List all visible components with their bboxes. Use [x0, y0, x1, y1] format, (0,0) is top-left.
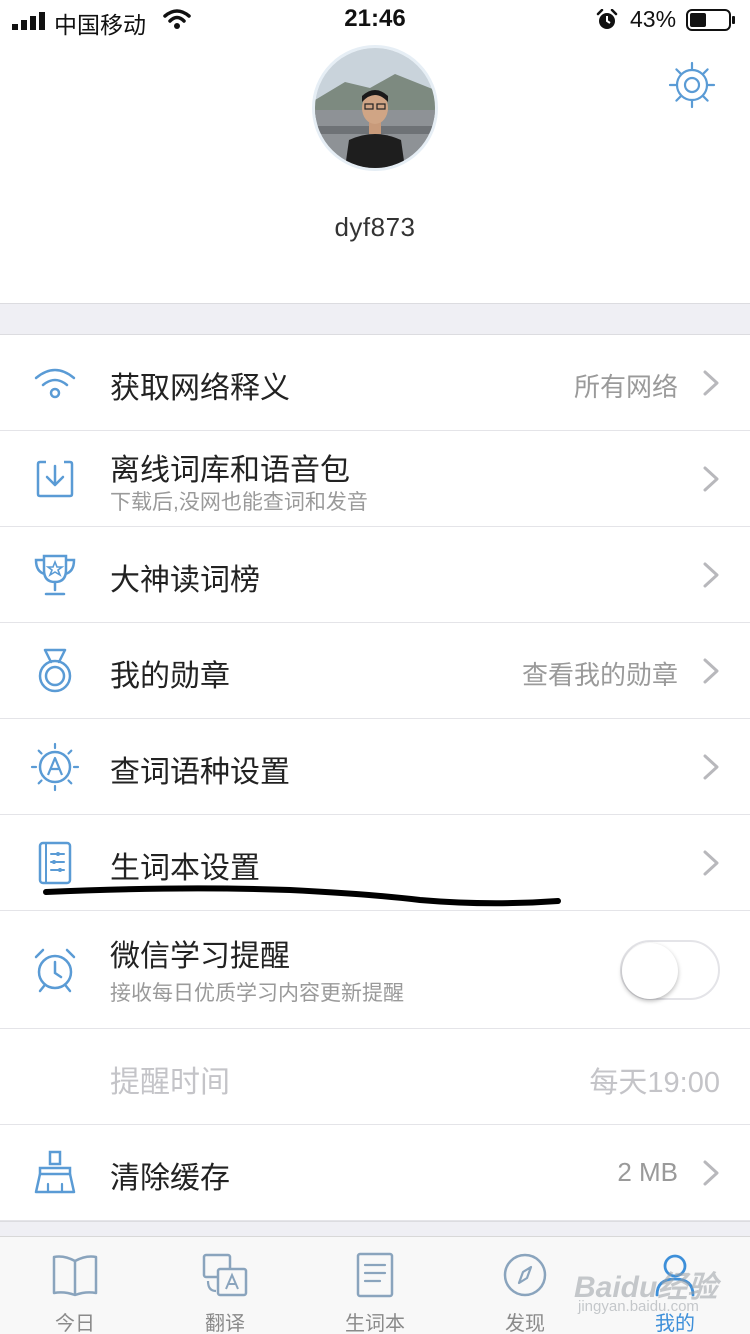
- underline-annotation: [43, 885, 561, 907]
- chevron-right-icon: [703, 562, 719, 588]
- row-value: 所有网络: [573, 372, 678, 402]
- translate-icon: [202, 1253, 248, 1297]
- alarm-icon: [596, 9, 618, 29]
- row-value: 每天19:00: [589, 1067, 720, 1099]
- row-label: 大神读词榜: [110, 564, 260, 597]
- chevron-right-icon: [703, 370, 719, 396]
- status-bar: 中国移动 21:46 43%: [0, 0, 750, 40]
- row-value: 查看我的勋章: [521, 660, 678, 690]
- tab-label: 生词本: [345, 1313, 405, 1334]
- chevron-right-icon: [703, 754, 719, 780]
- tab-wordbook[interactable]: 生词本: [300, 1237, 450, 1334]
- tab-label: 我的: [655, 1313, 695, 1334]
- tab-label: 翻译: [205, 1313, 245, 1334]
- row-label: 离线词库和语音包: [110, 454, 350, 487]
- section-separator: [0, 1221, 750, 1236]
- tab-discover[interactable]: 发现: [450, 1237, 600, 1334]
- row-value: 2 MB: [617, 1157, 678, 1187]
- wordbook-icon: [356, 1252, 394, 1298]
- tab-label: 发现: [505, 1313, 545, 1334]
- download-icon: [36, 460, 74, 498]
- row-label: 我的勋章: [110, 660, 230, 693]
- language-icon: [30, 742, 80, 792]
- gear-icon[interactable]: [668, 61, 716, 109]
- row-label: 微信学习提醒: [110, 940, 290, 973]
- row-label: 提醒时间: [110, 1066, 230, 1099]
- row-label: 查词语种设置: [110, 756, 290, 789]
- row-label: 清除缓存: [110, 1162, 230, 1195]
- wifi-icon: [34, 368, 76, 399]
- username: dyf873: [334, 212, 416, 242]
- row-wechat-reminder: 微信学习提醒 接收每日优质学习内容更新提醒: [0, 911, 750, 1029]
- profile-header: dyf873: [0, 40, 750, 303]
- compass-icon: [503, 1253, 547, 1297]
- tab-me[interactable]: 我的: [600, 1237, 750, 1334]
- toggle-knob: [622, 943, 678, 999]
- alarm-clock-icon: [34, 948, 76, 993]
- row-language-settings[interactable]: 查词语种设置: [0, 719, 750, 815]
- row-clear-cache[interactable]: 清除缓存 2 MB: [0, 1125, 750, 1221]
- tab-label: 今日: [55, 1313, 95, 1334]
- section-separator: [0, 303, 750, 335]
- broom-icon: [34, 1150, 76, 1194]
- row-my-medals[interactable]: 我的勋章 查看我的勋章: [0, 623, 750, 719]
- chevron-right-icon: [703, 466, 719, 492]
- row-subtitle: 下载后,没网也能查词和发音: [110, 491, 368, 514]
- tab-bar: 今日 翻译 生词本 发现 我的: [0, 1236, 750, 1334]
- chevron-right-icon: [703, 658, 719, 684]
- battery-percent: 43%: [630, 6, 677, 32]
- row-subtitle: 接收每日优质学习内容更新提醒: [110, 982, 404, 1005]
- person-icon: [655, 1254, 695, 1297]
- tab-translate[interactable]: 翻译: [150, 1237, 300, 1334]
- chevron-right-icon: [703, 1160, 719, 1186]
- row-reading-leaderboard[interactable]: 大神读词榜: [0, 527, 750, 623]
- row-reminder-time: 提醒时间 每天19:00: [0, 1029, 750, 1125]
- chevron-right-icon: [703, 850, 719, 876]
- trophy-icon: [34, 554, 76, 596]
- row-offline-dictionary[interactable]: 离线词库和语音包 下载后,没网也能查词和发音: [0, 431, 750, 527]
- avatar[interactable]: [312, 45, 438, 171]
- row-network-definition[interactable]: 获取网络释义 所有网络: [0, 335, 750, 431]
- row-label: 获取网络释义: [110, 372, 290, 405]
- battery-icon: [686, 9, 735, 31]
- avatar-photo: [315, 48, 435, 168]
- book-icon: [52, 1255, 98, 1297]
- wechat-reminder-toggle[interactable]: [620, 940, 720, 1000]
- medal-icon: [38, 648, 72, 693]
- tab-today[interactable]: 今日: [0, 1237, 150, 1334]
